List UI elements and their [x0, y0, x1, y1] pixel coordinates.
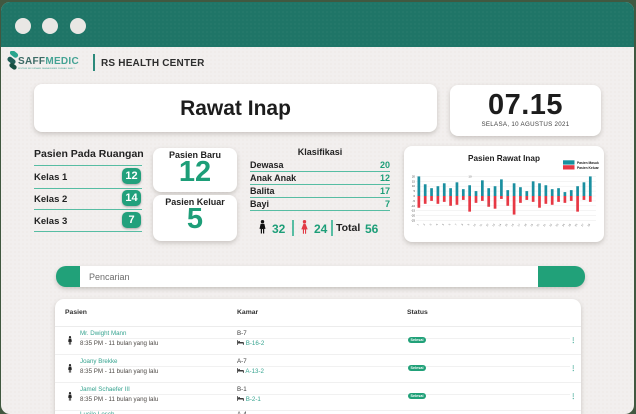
svg-text:5: 5: [442, 223, 446, 226]
svg-text:Pasien Rawat Inap: Pasien Rawat Inap: [468, 154, 540, 163]
svg-text:18: 18: [524, 223, 528, 227]
svg-text:Pasien Keluar: Pasien Keluar: [577, 166, 600, 170]
svg-text:7: 7: [454, 223, 458, 226]
svg-text:10: 10: [468, 175, 472, 179]
svg-text:-15: -15: [411, 209, 415, 213]
svg-text:3: 3: [429, 223, 433, 226]
svg-text:25: 25: [568, 223, 572, 227]
svg-text:-10: -10: [411, 204, 415, 208]
svg-text:12: 12: [485, 223, 489, 227]
svg-text:23: 23: [555, 223, 559, 227]
svg-text:1: 1: [416, 223, 420, 226]
svg-text:-5: -5: [413, 199, 416, 203]
svg-text:26: 26: [574, 223, 578, 227]
svg-text:15: 15: [504, 223, 508, 227]
svg-text:27: 27: [581, 223, 585, 227]
svg-text:-20: -20: [411, 214, 415, 218]
svg-text:28: 28: [587, 223, 591, 227]
svg-text:6: 6: [448, 223, 452, 226]
svg-text:Pasien Masuk: Pasien Masuk: [577, 161, 599, 165]
svg-text:13: 13: [492, 223, 496, 227]
svg-text:2: 2: [423, 223, 427, 226]
svg-text:4: 4: [435, 223, 439, 226]
svg-text:15: 15: [412, 179, 416, 183]
svg-text:24: 24: [562, 223, 566, 227]
svg-text:19: 19: [530, 223, 534, 227]
svg-text:5: 5: [413, 189, 415, 193]
svg-text:10: 10: [473, 223, 477, 227]
svg-text:21: 21: [543, 223, 547, 227]
svg-text:-25: -25: [411, 219, 415, 223]
svg-text:20: 20: [536, 223, 540, 227]
svg-text:9: 9: [467, 223, 471, 226]
svg-text:16: 16: [511, 223, 515, 227]
svg-text:0: 0: [413, 194, 415, 198]
svg-text:22: 22: [549, 223, 553, 227]
svg-text:8: 8: [461, 223, 465, 226]
svg-text:14: 14: [498, 223, 502, 227]
svg-text:10: 10: [412, 184, 416, 188]
svg-text:11: 11: [479, 223, 483, 227]
svg-text:17: 17: [517, 223, 521, 227]
svg-text:20: 20: [412, 174, 416, 178]
